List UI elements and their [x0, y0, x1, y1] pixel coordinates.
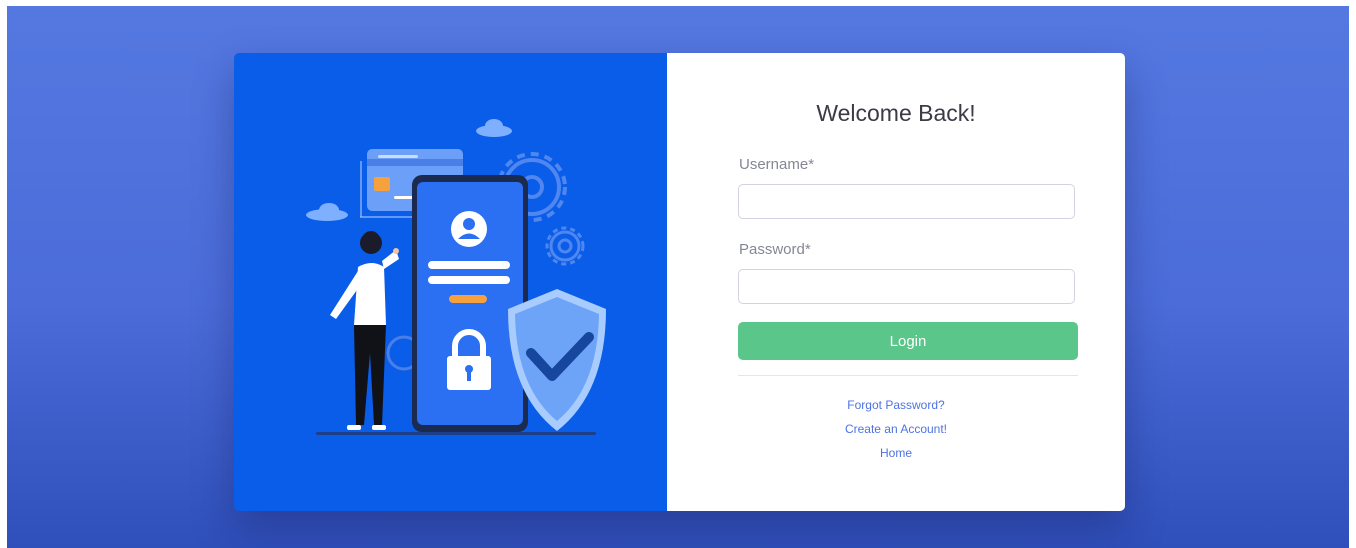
cloud-icon — [476, 119, 512, 137]
page-title: Welcome Back! — [816, 100, 976, 126]
create-account-link[interactable]: Create an Account! — [667, 422, 1125, 436]
cloud-icon — [306, 203, 348, 221]
login-card: Welcome Back! Username* Password* Login … — [234, 53, 1125, 511]
gear-icon — [545, 226, 585, 266]
username-input[interactable] — [738, 184, 1075, 219]
username-label: Username* — [739, 156, 815, 173]
user-icon — [451, 211, 487, 247]
login-form-panel: Welcome Back! Username* Password* Login … — [667, 53, 1125, 511]
security-illustration — [306, 119, 606, 435]
phone-illustration — [412, 175, 528, 432]
security-illustration-panel — [234, 53, 667, 511]
forgot-password-link[interactable]: Forgot Password? — [667, 398, 1125, 412]
form-divider — [738, 375, 1078, 376]
person-illustration — [330, 231, 399, 430]
password-label: Password* — [739, 241, 811, 258]
page-background: Welcome Back! Username* Password* Login … — [7, 6, 1349, 548]
home-link[interactable]: Home — [667, 446, 1125, 460]
password-input[interactable] — [738, 269, 1075, 304]
login-button[interactable]: Login — [738, 322, 1078, 360]
